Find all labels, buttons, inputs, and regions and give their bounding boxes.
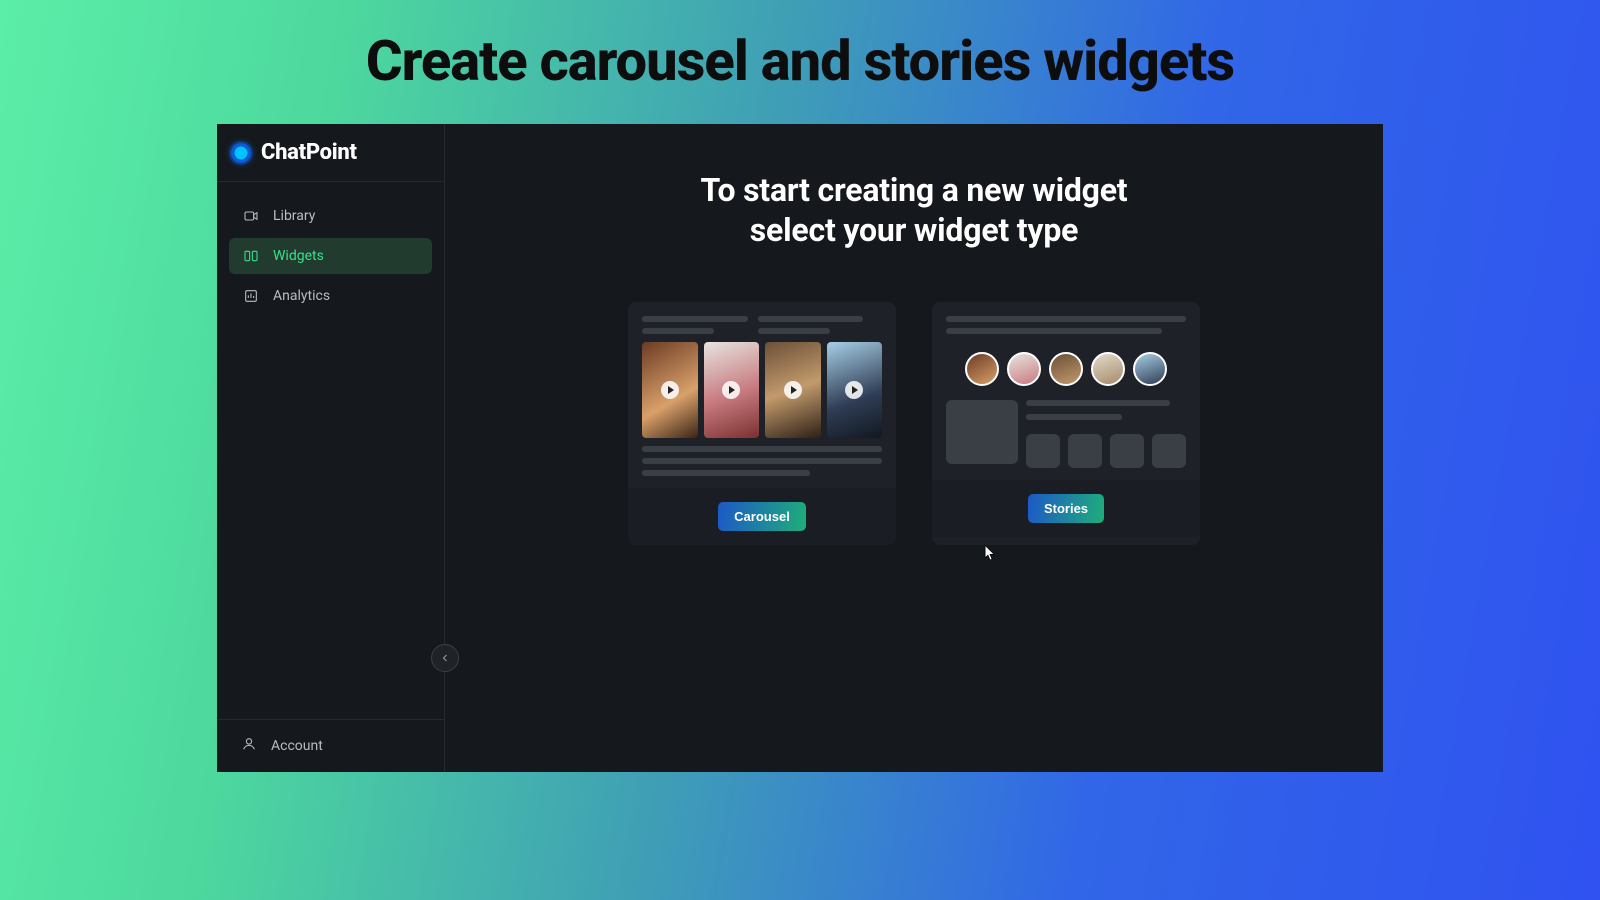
story-avatar <box>1049 352 1083 386</box>
story-avatar <box>1091 352 1125 386</box>
main-heading: To start creating a new widget select yo… <box>594 170 1234 250</box>
skeleton-square <box>1152 434 1186 468</box>
skeleton-square <box>1026 434 1060 468</box>
play-icon <box>722 381 740 399</box>
play-icon <box>845 381 863 399</box>
sidebar-item-label: Widgets <box>273 248 324 264</box>
story-avatar <box>965 352 999 386</box>
app-window: ChatPoint Library Widgets Analytics <box>217 124 1383 772</box>
pointer-cursor-icon <box>983 544 997 562</box>
carousel-thumb <box>642 342 698 438</box>
carousel-thumb <box>704 342 760 438</box>
sidebar-item-label: Library <box>273 208 315 224</box>
carousel-button[interactable]: Carousel <box>718 502 806 531</box>
skeleton-block <box>946 400 1018 464</box>
brand-logo-icon <box>231 143 251 163</box>
story-avatar <box>1007 352 1041 386</box>
sidebar-item-analytics[interactable]: Analytics <box>229 278 432 314</box>
sidebar-item-widgets[interactable]: Widgets <box>229 238 432 274</box>
carousel-thumb <box>765 342 821 438</box>
play-icon <box>784 381 802 399</box>
main-heading-line2: select your widget type <box>594 210 1234 250</box>
stories-avatars <box>946 352 1186 386</box>
main-heading-line1: To start creating a new widget <box>594 170 1234 210</box>
carousel-preview <box>628 302 896 488</box>
layout-icon <box>243 248 259 264</box>
brand: ChatPoint <box>217 138 444 182</box>
main-content: To start creating a new widget select yo… <box>445 124 1383 772</box>
stories-button[interactable]: Stories <box>1028 494 1104 523</box>
carousel-thumbs <box>642 342 882 438</box>
carousel-card[interactable]: Carousel <box>628 302 896 545</box>
stories-card[interactable]: Stories <box>932 302 1200 545</box>
video-icon <box>243 208 259 224</box>
widget-type-cards: Carousel <box>485 302 1343 545</box>
sidebar-item-label: Analytics <box>273 288 330 304</box>
user-icon <box>241 736 257 756</box>
brand-name: ChatPoint <box>261 140 357 165</box>
skeleton-square <box>1068 434 1102 468</box>
stories-preview <box>932 302 1200 480</box>
carousel-thumb <box>827 342 883 438</box>
sidebar-item-account[interactable]: Account <box>217 719 444 762</box>
story-avatar <box>1133 352 1167 386</box>
sidebar-item-label: Account <box>271 738 323 754</box>
page-title: Create carousel and stories widgets <box>366 28 1234 94</box>
play-icon <box>661 381 679 399</box>
sidebar: ChatPoint Library Widgets Analytics <box>217 124 445 772</box>
chart-icon <box>243 288 259 304</box>
carousel-card-footer: Carousel <box>628 488 896 545</box>
stories-card-footer: Stories <box>932 480 1200 537</box>
sidebar-nav: Library Widgets Analytics <box>229 198 432 314</box>
skeleton-square <box>1110 434 1144 468</box>
sidebar-item-library[interactable]: Library <box>229 198 432 234</box>
